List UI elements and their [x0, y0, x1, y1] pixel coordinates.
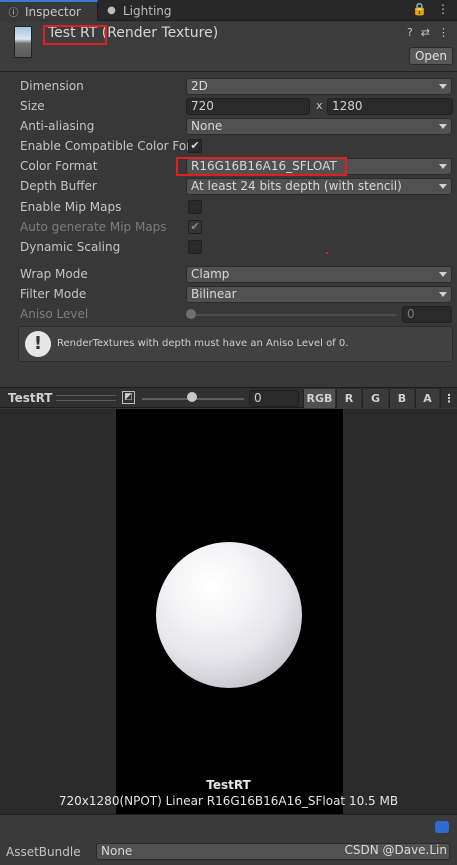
asset-bundle-label: AssetBundle	[6, 845, 81, 859]
size-separator: x	[316, 99, 323, 112]
channel-r-button[interactable]: R	[336, 389, 361, 408]
dynamic-scaling-label: Dynamic Scaling	[20, 240, 121, 254]
dimension-label: Dimension	[20, 79, 84, 93]
channel-a-button[interactable]: A	[415, 389, 439, 408]
anti-aliasing-dropdown[interactable]: None	[186, 118, 452, 135]
texture-preview-area	[0, 409, 457, 814]
aniso-level-field: 0	[402, 306, 452, 323]
size-height-field[interactable]: 1280	[327, 98, 453, 115]
more-menu-icon[interactable]: ⋮	[437, 2, 449, 16]
row-anti-aliasing: Anti-aliasing None	[0, 117, 457, 137]
inspector-header: Test RT (Render Texture) ? ⇄ ⋮ Open	[0, 22, 457, 72]
asset-bundle-bar: AssetBundle None CSDN @Dave.Lin	[0, 814, 457, 865]
row-dimension: Dimension 2D	[0, 77, 457, 97]
color-format-label: Color Format	[20, 159, 98, 173]
wrap-mode-label: Wrap Mode	[20, 267, 88, 281]
tab-label: Lighting	[123, 3, 172, 18]
mip-maps-checkbox[interactable]	[188, 200, 202, 214]
more-menu-icon[interactable]: ⋮	[440, 389, 457, 408]
dropdown-value: Clamp	[191, 267, 230, 281]
compatible-color-format-checkbox[interactable]: ✔	[188, 139, 202, 153]
preview-title: TestRT	[8, 391, 53, 405]
watermark: CSDN @Dave.Lin	[344, 843, 447, 857]
anti-aliasing-label: Anti-aliasing	[20, 119, 95, 133]
mip-level-slider-knob[interactable]	[187, 392, 197, 402]
dynamic-scaling-checkbox[interactable]	[188, 240, 202, 254]
mip-maps-label: Enable Mip Maps	[20, 200, 122, 214]
label-tag-icon[interactable]	[435, 821, 449, 833]
size-label: Size	[20, 99, 45, 113]
dimension-dropdown[interactable]: 2D	[186, 78, 452, 95]
info-message-box: ! RenderTextures with depth must have an…	[18, 326, 453, 362]
row-depth-buffer: Depth Buffer At least 24 bits depth (wit…	[0, 177, 457, 197]
highlight-box	[176, 157, 347, 176]
chevron-down-icon	[439, 272, 447, 277]
dropdown-value: At least 24 bits depth (with stencil)	[191, 179, 402, 193]
channel-b-button[interactable]: B	[389, 389, 414, 408]
sphere-render	[156, 542, 302, 688]
wrap-mode-dropdown[interactable]: Clamp	[186, 266, 452, 283]
row-compatible-color-format: Enable Compatible Color Forn ✔	[0, 137, 457, 157]
chevron-down-icon	[439, 164, 447, 169]
render-texture-image	[116, 409, 343, 814]
filter-mode-dropdown[interactable]: Bilinear	[186, 286, 452, 303]
preview-toolbar: TestRT ◩ 0 RGB R G B A ⋮	[0, 387, 457, 408]
drag-handle[interactable]	[56, 395, 116, 401]
filter-mode-label: Filter Mode	[20, 287, 87, 301]
stray-mark	[326, 252, 328, 254]
compatible-color-format-label: Enable Compatible Color Forn	[20, 139, 199, 153]
lock-icon[interactable]: 🔒	[412, 2, 427, 16]
open-button[interactable]: Open	[409, 47, 453, 65]
preview-caption-name: TestRT	[206, 778, 251, 792]
row-filter-mode: Filter Mode Bilinear	[0, 285, 457, 305]
aniso-level-slider-knob	[186, 309, 196, 319]
settings-icon[interactable]: ⇄	[421, 26, 430, 39]
chevron-down-icon	[439, 124, 447, 129]
aniso-level-slider	[190, 314, 396, 316]
dropdown-value: Bilinear	[191, 287, 237, 301]
preview-caption-info: 720x1280(NPOT) Linear R16G16B16A16_SFloa…	[58, 794, 399, 808]
warning-icon: !	[25, 331, 51, 357]
dropdown-value: 2D	[191, 79, 208, 93]
tab-bar: ⓘ Inspector ● Lighting 🔒 ⋮	[0, 0, 457, 21]
row-mip-maps: Enable Mip Maps	[0, 198, 457, 218]
row-dynamic-scaling: Dynamic Scaling	[0, 238, 457, 258]
row-aniso-level: Aniso Level 0	[0, 305, 457, 325]
info-message-text: RenderTextures with depth must have an A…	[57, 338, 349, 349]
dropdown-value: None	[101, 844, 133, 858]
more-menu-icon[interactable]: ⋮	[438, 26, 449, 39]
chevron-down-icon	[439, 184, 447, 189]
help-icon[interactable]: ?	[407, 26, 413, 39]
row-color-format: Color Format R16G16B16A16_SFLOAT	[0, 157, 457, 177]
row-auto-generate-mip-maps: Auto generate Mip Maps ✔	[0, 218, 457, 238]
tab-lighting[interactable]: ● Lighting	[98, 0, 182, 21]
auto-generate-mip-maps-label: Auto generate Mip Maps	[20, 220, 167, 234]
mip-level-icon: ◩	[122, 391, 135, 404]
row-size: Size 720 x 1280	[0, 97, 457, 117]
tab-label: Inspector	[25, 4, 81, 19]
row-wrap-mode: Wrap Mode Clamp	[0, 265, 457, 285]
bulb-icon: ●	[107, 5, 116, 16]
texture-thumbnail	[14, 26, 32, 58]
channel-rgb-button[interactable]: RGB	[303, 389, 335, 408]
mip-level-field[interactable]: 0	[249, 390, 299, 407]
tab-inspector[interactable]: ⓘ Inspector	[0, 0, 98, 21]
auto-generate-mip-maps-checkbox: ✔	[188, 220, 202, 234]
channel-g-button[interactable]: G	[362, 389, 388, 408]
chevron-down-icon	[439, 292, 447, 297]
dropdown-value: None	[191, 119, 223, 133]
info-icon: ⓘ	[8, 8, 19, 19]
chevron-down-icon	[439, 84, 447, 89]
depth-buffer-label: Depth Buffer	[20, 179, 97, 193]
size-width-field[interactable]: 720	[186, 98, 310, 115]
highlight-box	[43, 25, 107, 45]
depth-buffer-dropdown[interactable]: At least 24 bits depth (with stencil)	[186, 178, 452, 195]
aniso-level-label: Aniso Level	[20, 307, 89, 321]
